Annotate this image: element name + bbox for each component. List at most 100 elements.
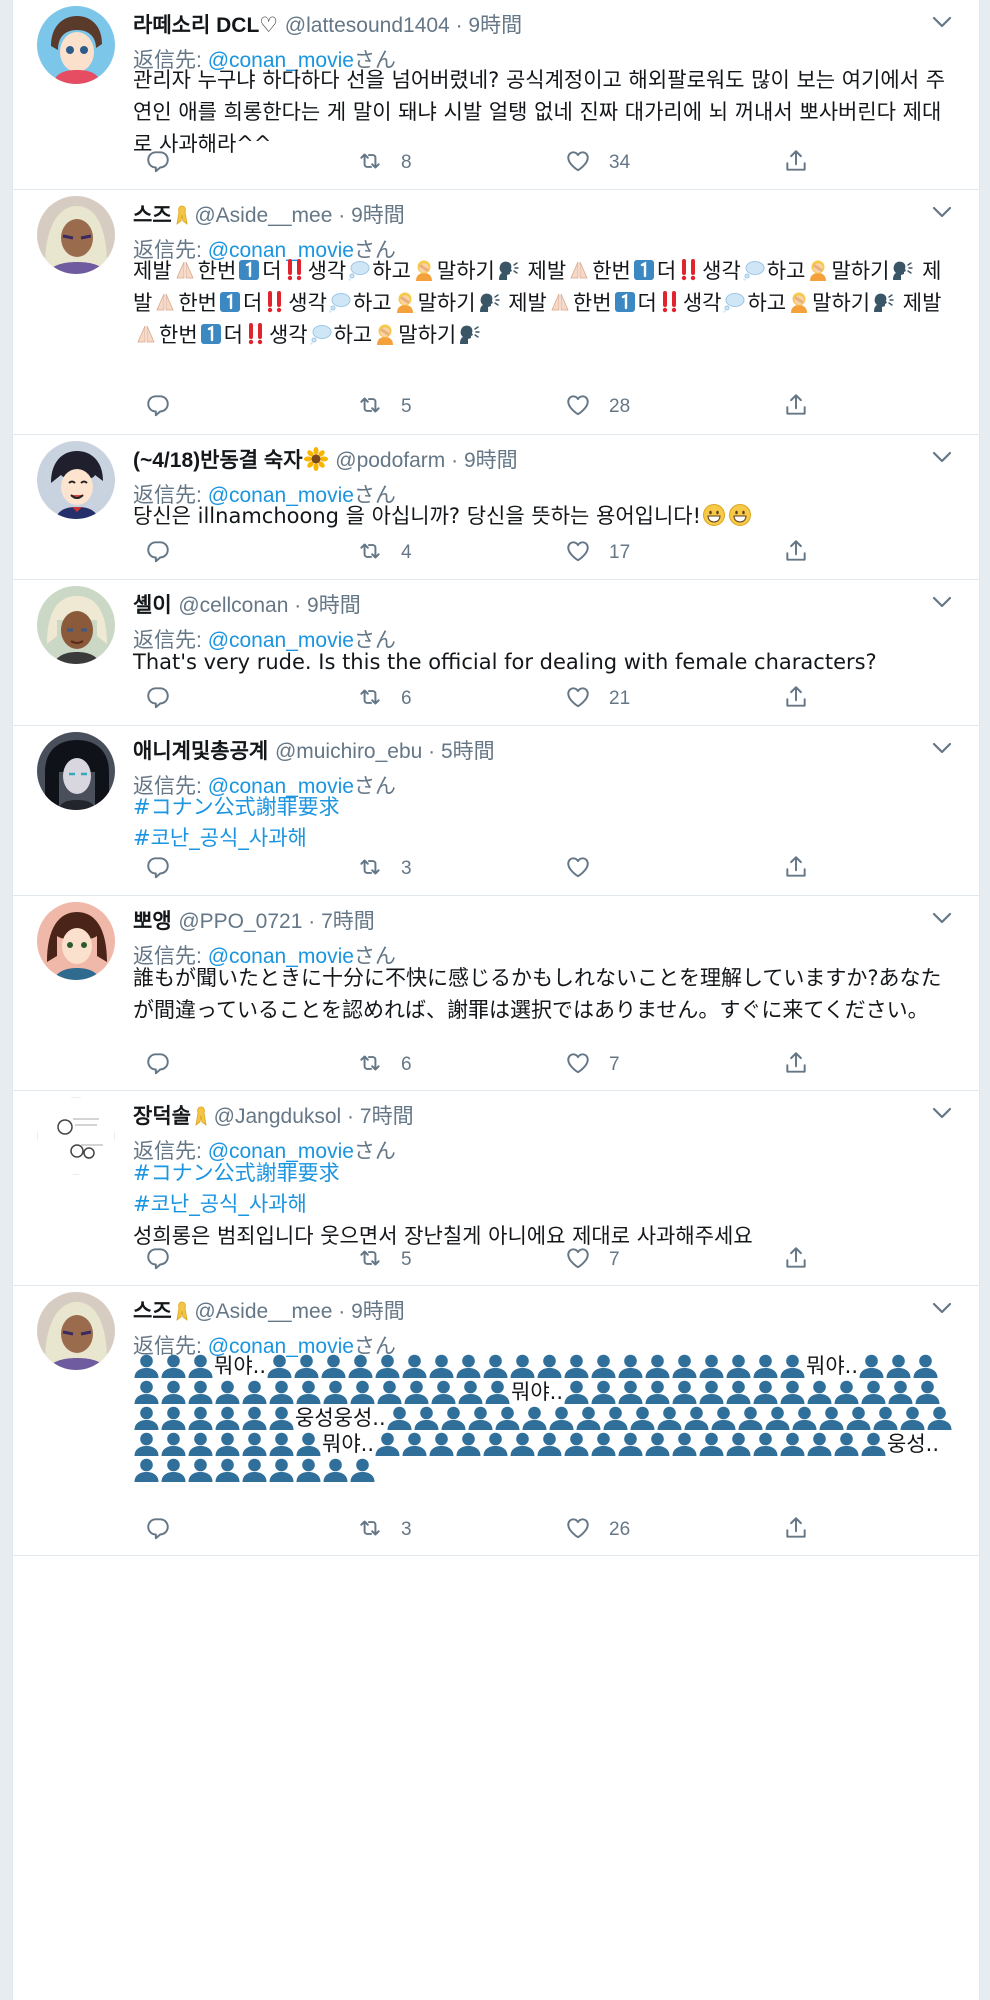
person-facepalming-icon bbox=[415, 260, 432, 281]
hashtag-link[interactable]: #コナン公式謝罪要求 bbox=[133, 1158, 953, 1189]
avatar[interactable] bbox=[37, 732, 115, 810]
timestamp[interactable]: 5時間 bbox=[441, 740, 495, 763]
heart-icon bbox=[565, 392, 591, 423]
timestamp[interactable]: 7時間 bbox=[321, 910, 375, 933]
reply-button[interactable] bbox=[145, 684, 171, 714]
retweet-button[interactable]: 5 bbox=[357, 1245, 412, 1275]
timestamp[interactable]: 9時間 bbox=[351, 1300, 405, 1323]
retweet-button[interactable]: 6 bbox=[357, 1050, 412, 1080]
timestamp[interactable]: 9時間 bbox=[468, 14, 522, 37]
like-button[interactable]: 17 bbox=[565, 538, 630, 568]
bust-in-silhouette-icon bbox=[780, 1354, 805, 1378]
display-name[interactable]: 장덕솔 bbox=[133, 1105, 191, 1128]
reply-button[interactable] bbox=[145, 148, 171, 178]
display-name[interactable]: (~4/18)반동결 숙자 bbox=[133, 449, 303, 472]
like-count: 21 bbox=[609, 688, 631, 709]
tweet[interactable]: 스즈 @Aside__mee · 9時間 返信先: @conan_movieさん 제… bbox=[13, 190, 979, 435]
display-name[interactable]: 스즈 bbox=[133, 204, 172, 227]
display-name[interactable]: 뽀앵 bbox=[133, 910, 172, 933]
display-name[interactable]: 스즈 bbox=[133, 1300, 172, 1323]
reply-button[interactable] bbox=[145, 854, 171, 884]
retweet-button[interactable]: 3 bbox=[357, 854, 412, 884]
share-button[interactable] bbox=[783, 538, 809, 568]
tweet[interactable]: 뽀앵 @PPO_0721 · 7時間 返信先: @conan_movieさん 誰もが… bbox=[13, 896, 979, 1091]
avatar[interactable] bbox=[37, 586, 115, 664]
reply-button[interactable] bbox=[145, 538, 171, 568]
display-name[interactable]: 애니계및총공계 bbox=[133, 740, 268, 763]
share-button[interactable] bbox=[783, 148, 809, 178]
hashtag-link[interactable]: #코난_공식_사과해 bbox=[133, 1189, 953, 1220]
chevron-down-icon[interactable] bbox=[931, 594, 953, 610]
user-handle[interactable]: @podofarm bbox=[335, 449, 445, 472]
hashtag-link[interactable]: #코난_공식_사과해 bbox=[133, 823, 953, 854]
tweet[interactable]: 라떼소리 DCL♡ @lattesound1404 · 9時間 返信先: @con… bbox=[13, 0, 979, 190]
chevron-down-icon[interactable] bbox=[931, 449, 953, 465]
chevron-down-icon[interactable] bbox=[931, 910, 953, 926]
timestamp[interactable]: 9時間 bbox=[351, 204, 405, 227]
avatar[interactable] bbox=[37, 902, 115, 980]
share-button[interactable] bbox=[783, 1245, 809, 1275]
bust-in-silhouette-icon bbox=[753, 1380, 778, 1404]
bust-in-silhouette-icon bbox=[134, 1380, 159, 1404]
hashtag-link[interactable]: #コナン公式謝罪要求 bbox=[133, 792, 953, 823]
user-handle[interactable]: @cellconan bbox=[178, 594, 288, 617]
user-handle[interactable]: @Aside__mee bbox=[194, 1300, 332, 1323]
reply-button[interactable] bbox=[145, 392, 171, 422]
chevron-down-icon[interactable] bbox=[931, 14, 953, 30]
bust-in-silhouette-icon bbox=[429, 1354, 454, 1378]
tweet[interactable]: (~4/18)반동결 숙자 @podofarm · 9時間 返信先: @conan… bbox=[13, 435, 979, 580]
user-handle[interactable]: @Aside__mee bbox=[194, 204, 332, 227]
user-handle[interactable]: @muichiro_ebu bbox=[275, 740, 422, 763]
like-button[interactable]: 26 bbox=[565, 1515, 630, 1545]
tweet[interactable]: 애니계및총공계 @muichiro_ebu · 5時間 返信先: @conan_m… bbox=[13, 726, 979, 896]
retweet-button[interactable]: 4 bbox=[357, 538, 412, 568]
reply-button[interactable] bbox=[145, 1515, 171, 1545]
reply-icon bbox=[145, 1515, 171, 1546]
chevron-down-icon[interactable] bbox=[931, 1105, 953, 1121]
retweet-button[interactable]: 3 bbox=[357, 1515, 412, 1545]
tweet-text: 당신은 illnamchoong 을 아십니까? 당신을 뜻하는 용어입니다! bbox=[133, 500, 953, 532]
user-handle[interactable]: @PPO_0721 bbox=[178, 910, 302, 933]
like-button[interactable]: 7 bbox=[565, 1050, 620, 1080]
avatar[interactable] bbox=[37, 1097, 115, 1175]
share-icon bbox=[783, 148, 809, 179]
like-button[interactable]: 28 bbox=[565, 392, 630, 422]
tweet[interactable]: 스즈 @Aside__mee · 9時間 返信先: @conan_movieさん 뭐… bbox=[13, 1286, 979, 1556]
share-button[interactable] bbox=[783, 392, 809, 422]
avatar[interactable] bbox=[37, 196, 115, 274]
bust-in-silhouette-icon bbox=[375, 1432, 400, 1456]
like-button[interactable]: 21 bbox=[565, 684, 630, 714]
share-button[interactable] bbox=[783, 1050, 809, 1080]
reply-button[interactable] bbox=[145, 1050, 171, 1080]
avatar[interactable] bbox=[37, 1292, 115, 1370]
bust-in-silhouette-icon bbox=[537, 1354, 562, 1378]
timestamp[interactable]: 9時間 bbox=[464, 449, 518, 472]
user-handle[interactable]: @lattesound1404 bbox=[285, 14, 450, 37]
like-button[interactable] bbox=[565, 854, 609, 884]
timestamp[interactable]: 9時間 bbox=[307, 594, 361, 617]
display-name[interactable]: 라떼소리 DCL♡ bbox=[133, 14, 278, 37]
tweet[interactable]: 장덕솔 @Jangduksol · 7時間 返信先: @conan_movieさん… bbox=[13, 1091, 979, 1286]
avatar[interactable] bbox=[37, 441, 115, 519]
reply-button[interactable] bbox=[145, 1245, 171, 1275]
bust-in-silhouette-icon bbox=[819, 1406, 844, 1430]
tweet-actions: 6 21 bbox=[133, 684, 833, 714]
share-button[interactable] bbox=[783, 1515, 809, 1545]
avatar[interactable] bbox=[37, 6, 115, 84]
chevron-down-icon[interactable] bbox=[931, 1300, 953, 1316]
user-handle[interactable]: @Jangduksol bbox=[214, 1105, 342, 1128]
timestamp[interactable]: 7時間 bbox=[360, 1105, 414, 1128]
retweet-button[interactable]: 6 bbox=[357, 684, 412, 714]
retweet-button[interactable]: 5 bbox=[357, 392, 412, 422]
display-name[interactable]: 셸이 bbox=[133, 594, 172, 617]
like-button[interactable]: 7 bbox=[565, 1245, 620, 1275]
chevron-down-icon[interactable] bbox=[931, 740, 953, 756]
tweet[interactable]: 셸이 @cellconan · 9時間 返信先: @conan_movieさん Th… bbox=[13, 580, 979, 726]
like-button[interactable]: 34 bbox=[565, 148, 630, 178]
chevron-down-icon[interactable] bbox=[931, 204, 953, 220]
share-button[interactable] bbox=[783, 684, 809, 714]
retweet-button[interactable]: 8 bbox=[357, 148, 412, 178]
bust-in-silhouette-icon bbox=[684, 1406, 709, 1430]
share-button[interactable] bbox=[783, 854, 809, 884]
bust-in-silhouette-icon bbox=[591, 1432, 616, 1456]
